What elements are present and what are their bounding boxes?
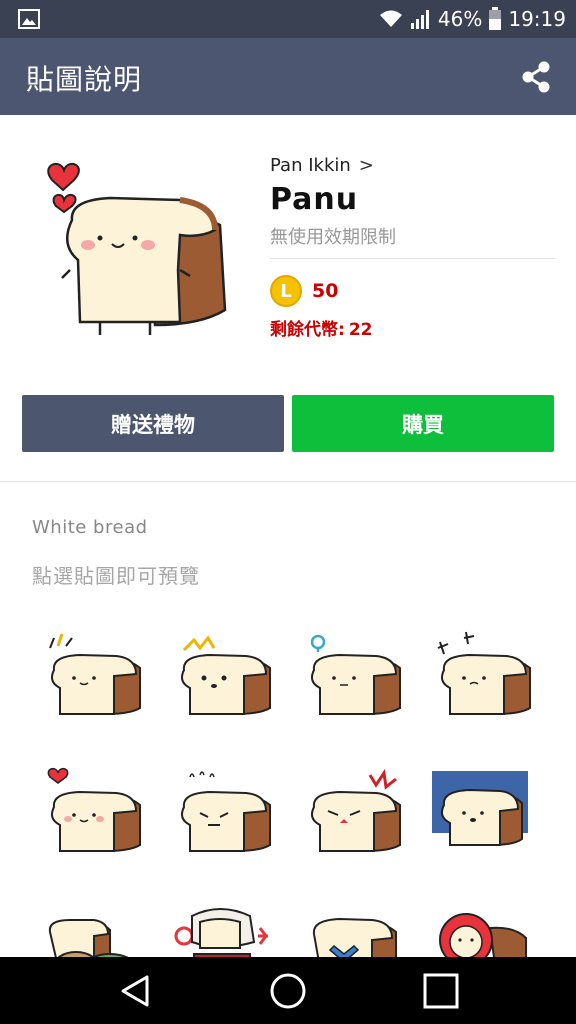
back-icon[interactable] (115, 971, 155, 1011)
sticker-item[interactable] (300, 765, 410, 875)
validity-text: 無使用效期限制 (270, 227, 396, 248)
info-divider (270, 258, 555, 259)
sticker-item[interactable] (430, 765, 540, 875)
clock: 19:19 (508, 7, 566, 31)
chevron-right-icon: > (358, 155, 374, 176)
buy-button[interactable]: 購買 (292, 395, 554, 452)
signal-icon (410, 10, 429, 29)
sticker-item[interactable] (40, 765, 150, 875)
home-icon[interactable] (268, 971, 308, 1011)
price-value: 50 (312, 280, 339, 302)
share-icon[interactable] (520, 60, 552, 94)
sticker-item[interactable] (300, 628, 410, 738)
app-bar: 貼圖說明 (0, 38, 576, 115)
image-icon (18, 9, 40, 29)
author-link[interactable]: Pan Ikkin > (270, 155, 555, 176)
wifi-icon (379, 10, 402, 27)
coin-letter: L (280, 280, 292, 302)
author-name: Pan Ikkin (270, 155, 351, 176)
product-name: Panu (270, 182, 359, 217)
battery-icon (489, 7, 502, 30)
sticker-item[interactable] (430, 628, 540, 738)
page-title: 貼圖說明 (26, 63, 143, 96)
sticker-item[interactable] (170, 628, 280, 738)
sticker-main-image (47, 162, 227, 335)
remaining-coins: 剩餘代幣: 22 (270, 315, 372, 340)
section-divider (0, 481, 576, 482)
preview-hint: 點選貼圖即可預覽 (32, 564, 200, 588)
gift-button[interactable]: 贈送禮物 (22, 395, 284, 452)
sticker-item[interactable] (40, 628, 150, 738)
recents-icon[interactable] (421, 971, 461, 1011)
product-info: Pan Ikkin > Panu 無使用效期限制 (270, 155, 555, 249)
remaining-value: 22 (348, 320, 373, 340)
sticker-item[interactable] (170, 765, 280, 875)
battery-percent: 46% (437, 7, 483, 31)
remaining-label: 剩餘代幣: (270, 320, 345, 340)
price-row: L 50 (270, 275, 338, 307)
status-bar: 46% 19:19 (0, 0, 576, 38)
coin-icon: L (270, 275, 302, 307)
sticker-set-name: White bread (32, 517, 148, 538)
nav-bar (0, 957, 576, 1024)
